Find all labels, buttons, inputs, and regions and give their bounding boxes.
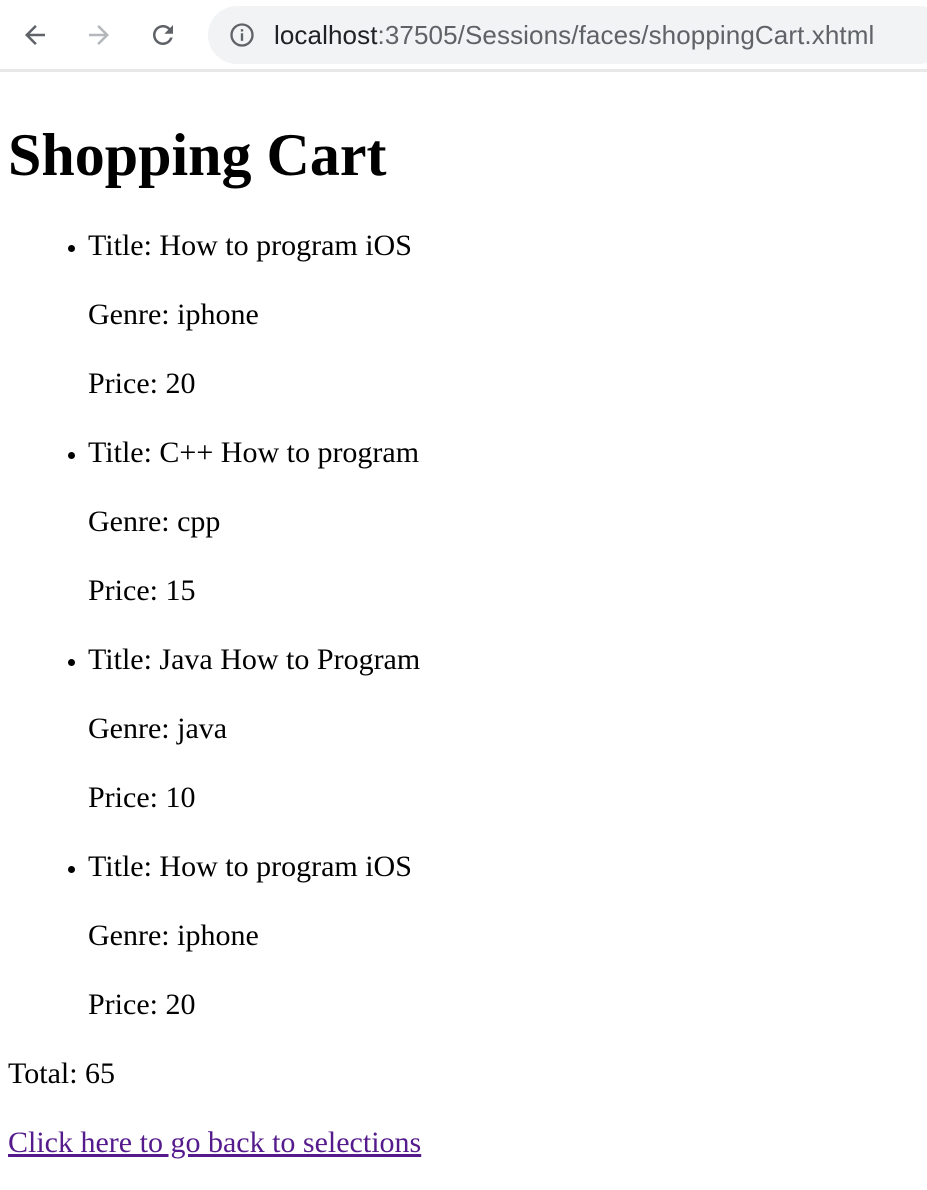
item-genre: Genre: cpp [88,505,221,538]
forward-button[interactable] [78,14,120,56]
item-price: Price: 10 [88,781,196,814]
url-text[interactable]: localhost:37505/Sessions/faces/shoppingC… [274,19,874,51]
cart-item: Title: C++ How to program Genre: cpp Pri… [88,433,918,611]
cart-item: Title: Java How to Program Genre: java P… [88,640,918,818]
item-genre: Genre: java [88,712,228,745]
back-button[interactable] [14,14,56,56]
back-to-selections-link[interactable]: Click here to go back to selections [8,1123,421,1163]
page-content: Shopping Cart Title: How to program iOS … [8,72,918,1163]
item-title: Title: C++ How to program [88,436,420,469]
forward-arrow-icon [89,25,109,45]
cart-item: Title: How to program iOS Genre: iphone … [88,847,918,1025]
url-host: localhost [274,20,378,50]
page-title: Shopping Cart [8,122,387,188]
address-bar[interactable]: localhost:37505/Sessions/faces/shoppingC… [208,6,927,64]
back-arrow-icon [25,25,45,45]
reload-button[interactable] [142,14,184,56]
item-title: Title: How to program iOS [88,229,412,262]
url-path: :37505/Sessions/faces/shoppingCart.xhtml [377,20,875,50]
browser-toolbar: localhost:37505/Sessions/faces/shoppingC… [0,0,927,72]
cart-list: Title: How to program iOS Genre: iphone … [8,226,918,1025]
item-price: Price: 20 [88,988,196,1021]
cart-total: Total: 65 [8,1057,116,1090]
item-title: Title: Java How to Program [88,643,421,676]
item-title: Title: How to program iOS [88,850,412,883]
cart-item: Title: How to program iOS Genre: iphone … [88,226,918,404]
info-icon[interactable] [228,21,256,49]
item-price: Price: 15 [88,574,196,607]
item-price: Price: 20 [88,367,196,400]
item-genre: Genre: iphone [88,919,259,952]
item-genre: Genre: iphone [88,298,259,331]
reload-icon [153,25,173,45]
